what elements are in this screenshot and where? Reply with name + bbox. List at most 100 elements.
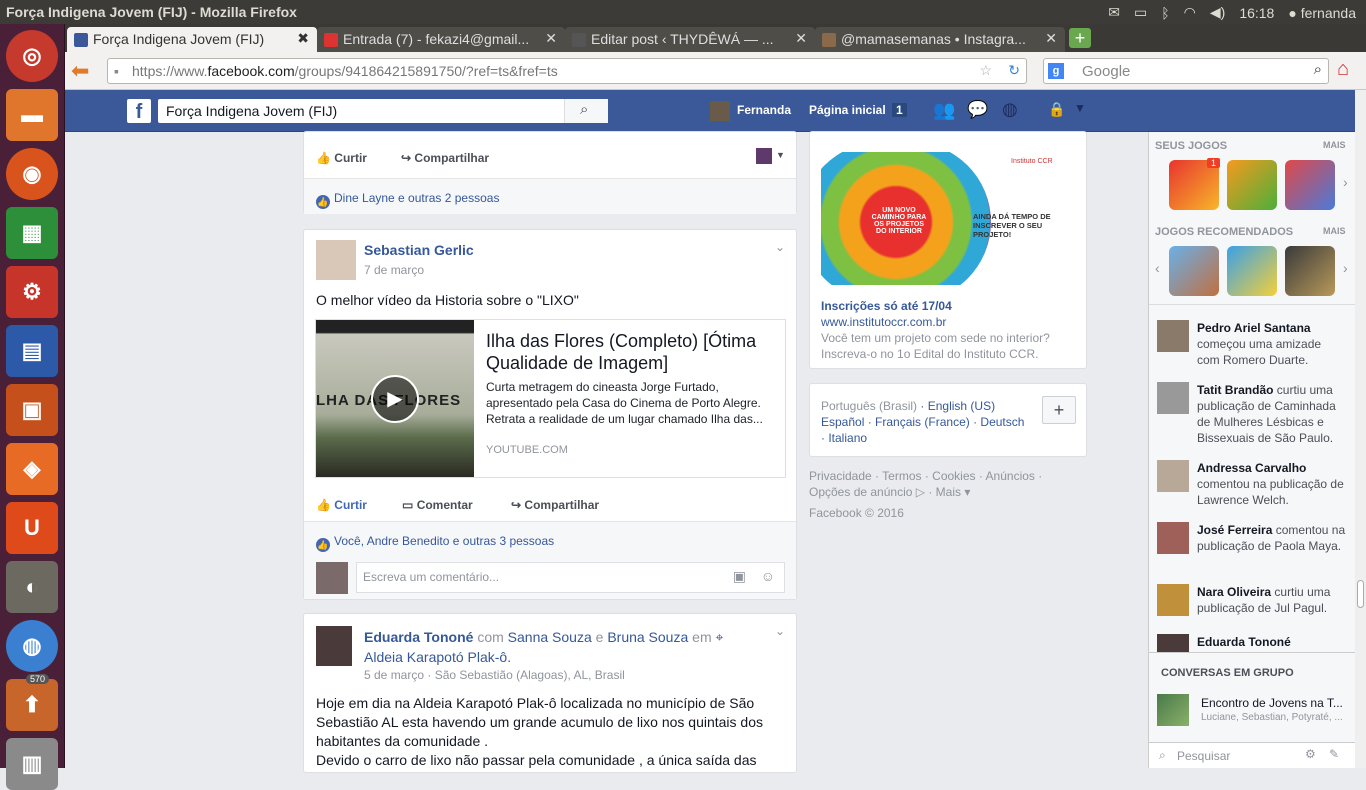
post-date[interactable]: 7 de março: [364, 263, 424, 277]
link-title[interactable]: Ilha das Flores (Completo) [Ótima Qualid…: [486, 330, 776, 374]
author-avatar[interactable]: [316, 626, 352, 666]
chevron-down-icon[interactable]: ▼: [776, 150, 785, 160]
tab-instagram[interactable]: @mamasemanas • Instagra... ✕: [815, 27, 1065, 52]
chat-search[interactable]: ⌕ Pesquisar ⚙ ✎: [1149, 742, 1355, 768]
post-author[interactable]: Eduarda Tononé: [364, 629, 473, 645]
author-avatar[interactable]: [316, 240, 356, 280]
chevron-down-icon[interactable]: ⌄: [775, 624, 785, 638]
update-manager-icon[interactable]: ⬆: [6, 679, 58, 731]
game-icon[interactable]: [1227, 246, 1277, 296]
likes-text[interactable]: 👍 Você, Andre Benedito e outras 3 pessoas: [316, 534, 554, 552]
close-tab-icon[interactable]: ✕: [545, 30, 557, 47]
volume-icon[interactable]: ◀): [1210, 4, 1225, 21]
play-icon[interactable]: ▶: [371, 375, 419, 423]
camera-icon[interactable]: ▣: [733, 568, 746, 585]
tab-gmail[interactable]: Entrada (7) - fekazi4@gmail... ✕: [317, 27, 565, 52]
footer-link[interactable]: Mais: [936, 485, 961, 499]
more-games-link[interactable]: MAIS: [1323, 140, 1346, 150]
profile-link[interactable]: Fernanda: [737, 103, 791, 117]
like-button[interactable]: 👍 Curtir: [316, 498, 367, 512]
files-icon[interactable]: ▬: [6, 89, 58, 141]
bluetooth-icon[interactable]: ᛒ: [1161, 5, 1169, 21]
impress-icon[interactable]: ▣: [6, 384, 58, 436]
ubuntu-one-icon[interactable]: U: [6, 502, 58, 554]
search-icon[interactable]: ⌕: [1314, 61, 1322, 78]
share-button[interactable]: ↪ Compartilhar: [401, 151, 489, 165]
battery-icon[interactable]: ▭: [1134, 4, 1147, 21]
ubuntu-dash-icon[interactable]: ◎: [6, 30, 58, 82]
chevron-left-icon[interactable]: ‹: [1155, 260, 1160, 276]
page-scrollbar[interactable]: [1355, 90, 1366, 768]
search-button[interactable]: ⌕: [564, 99, 608, 123]
gimp-icon[interactable]: ◐: [6, 561, 58, 613]
facebook-search-input[interactable]: Força Indigena Jovem (FIJ) ⌕: [158, 99, 608, 123]
comment-input[interactable]: Escreva um comentário... ▣ ☺: [356, 562, 785, 593]
ad-title[interactable]: Inscrições só até 17/04: [821, 299, 952, 313]
emoji-icon[interactable]: ☺: [761, 568, 775, 584]
trash-icon[interactable]: ▥: [6, 738, 58, 790]
reload-icon[interactable]: ↻: [1008, 62, 1020, 79]
likes-text[interactable]: 👍 Dine Layne e outras 2 pessoas: [316, 191, 499, 209]
comment-button[interactable]: ▭ Comentar: [402, 498, 473, 512]
game-icon[interactable]: [1169, 246, 1219, 296]
mail-icon[interactable]: ✉: [1108, 4, 1120, 21]
tagged-user[interactable]: Bruna Souza: [607, 629, 688, 645]
game-icon[interactable]: [1285, 246, 1335, 296]
tagged-user[interactable]: Sanna Souza: [508, 629, 592, 645]
post-location[interactable]: Aldeia Karapotó Plak-ô.: [364, 649, 511, 665]
footer-link[interactable]: Anúncios: [986, 469, 1035, 483]
software-center-icon[interactable]: ◈: [6, 443, 58, 495]
new-tab-icon[interactable]: +: [1069, 28, 1091, 48]
writer-icon[interactable]: ▤: [6, 325, 58, 377]
group-chat-item[interactable]: Encontro de Jovens na T... Luciane, Seba…: [1157, 694, 1353, 726]
calc-icon[interactable]: ▦: [6, 207, 58, 259]
settings-icon[interactable]: ⚙: [6, 266, 58, 318]
close-tab-icon[interactable]: ✕: [795, 30, 807, 47]
chevron-down-icon[interactable]: ⌄: [775, 240, 785, 254]
share-button[interactable]: ↪ Compartilhar: [511, 498, 599, 512]
language-link[interactable]: Español: [821, 415, 864, 429]
friend-requests-icon[interactable]: 👥: [933, 100, 955, 121]
sponsored-ad[interactable]: UM NOVO CAMINHO PARA OS PROJETOS DO INTE…: [809, 131, 1087, 369]
ad-url[interactable]: www.institutoccr.com.br: [821, 315, 946, 329]
gear-icon[interactable]: ⚙: [1305, 747, 1316, 761]
footer-link[interactable]: Privacidade: [809, 469, 872, 483]
account-menu-icon[interactable]: ▼: [1074, 101, 1086, 115]
footer-link[interactable]: Termos: [882, 469, 921, 483]
game-icon[interactable]: [1227, 160, 1277, 210]
avatar[interactable]: [710, 101, 730, 121]
link-preview[interactable]: LHA DAS FLORES ▶ Ilha das Flores (Comple…: [315, 319, 786, 478]
compose-icon[interactable]: ✎: [1329, 747, 1339, 761]
close-tab-icon[interactable]: ✕: [1045, 30, 1057, 47]
back-arrow-icon[interactable]: ⬅: [71, 58, 89, 84]
post-meta[interactable]: 5 de março · São Sebastião (Alagoas), AL…: [364, 668, 625, 682]
close-tab-icon[interactable]: ✖: [297, 30, 309, 47]
language-link[interactable]: Deutsch: [980, 415, 1024, 429]
millionaire-city-icon[interactable]: [1285, 160, 1335, 210]
chevron-right-icon[interactable]: ›: [1343, 260, 1348, 276]
url-bar[interactable]: ▪ https://www.facebook.com/groups/941864…: [107, 58, 1027, 84]
tab-facebook[interactable]: Força Indigena Jovem (FIJ) ✖: [67, 27, 317, 52]
footer-link[interactable]: Cookies: [932, 469, 975, 483]
messages-icon[interactable]: 💬: [967, 100, 988, 120]
web-search-box[interactable]: g Google ⌕: [1043, 58, 1329, 84]
notifications-globe-icon[interactable]: ◍: [1002, 99, 1018, 120]
language-link[interactable]: English (US): [928, 399, 995, 413]
add-language-button[interactable]: +: [1042, 396, 1076, 424]
language-link[interactable]: Français (France): [875, 415, 970, 429]
scrollbar-thumb[interactable]: [1357, 580, 1364, 608]
home-icon[interactable]: ⌂: [1337, 58, 1349, 81]
page-avatar[interactable]: [756, 148, 772, 164]
chevron-right-icon[interactable]: ›: [1343, 174, 1348, 190]
chromium-icon[interactable]: ◍: [6, 620, 58, 672]
clock[interactable]: 16:18: [1239, 5, 1274, 21]
more-games-link[interactable]: MAIS: [1323, 226, 1346, 236]
tab-wordpress[interactable]: Editar post ‹ THYDÊWÁ — ... ✕: [565, 27, 815, 52]
home-link[interactable]: Página inicial: [809, 103, 886, 117]
ticker-item[interactable]: Eduarda Tononé: [1157, 634, 1347, 652]
like-button[interactable]: 👍 Curtir: [316, 151, 367, 165]
firefox-icon[interactable]: ◉: [6, 148, 58, 200]
video-thumbnail[interactable]: LHA DAS FLORES ▶: [316, 320, 474, 477]
post-author[interactable]: Sebastian Gerlic: [364, 242, 474, 258]
language-link[interactable]: Italiano: [828, 431, 867, 445]
